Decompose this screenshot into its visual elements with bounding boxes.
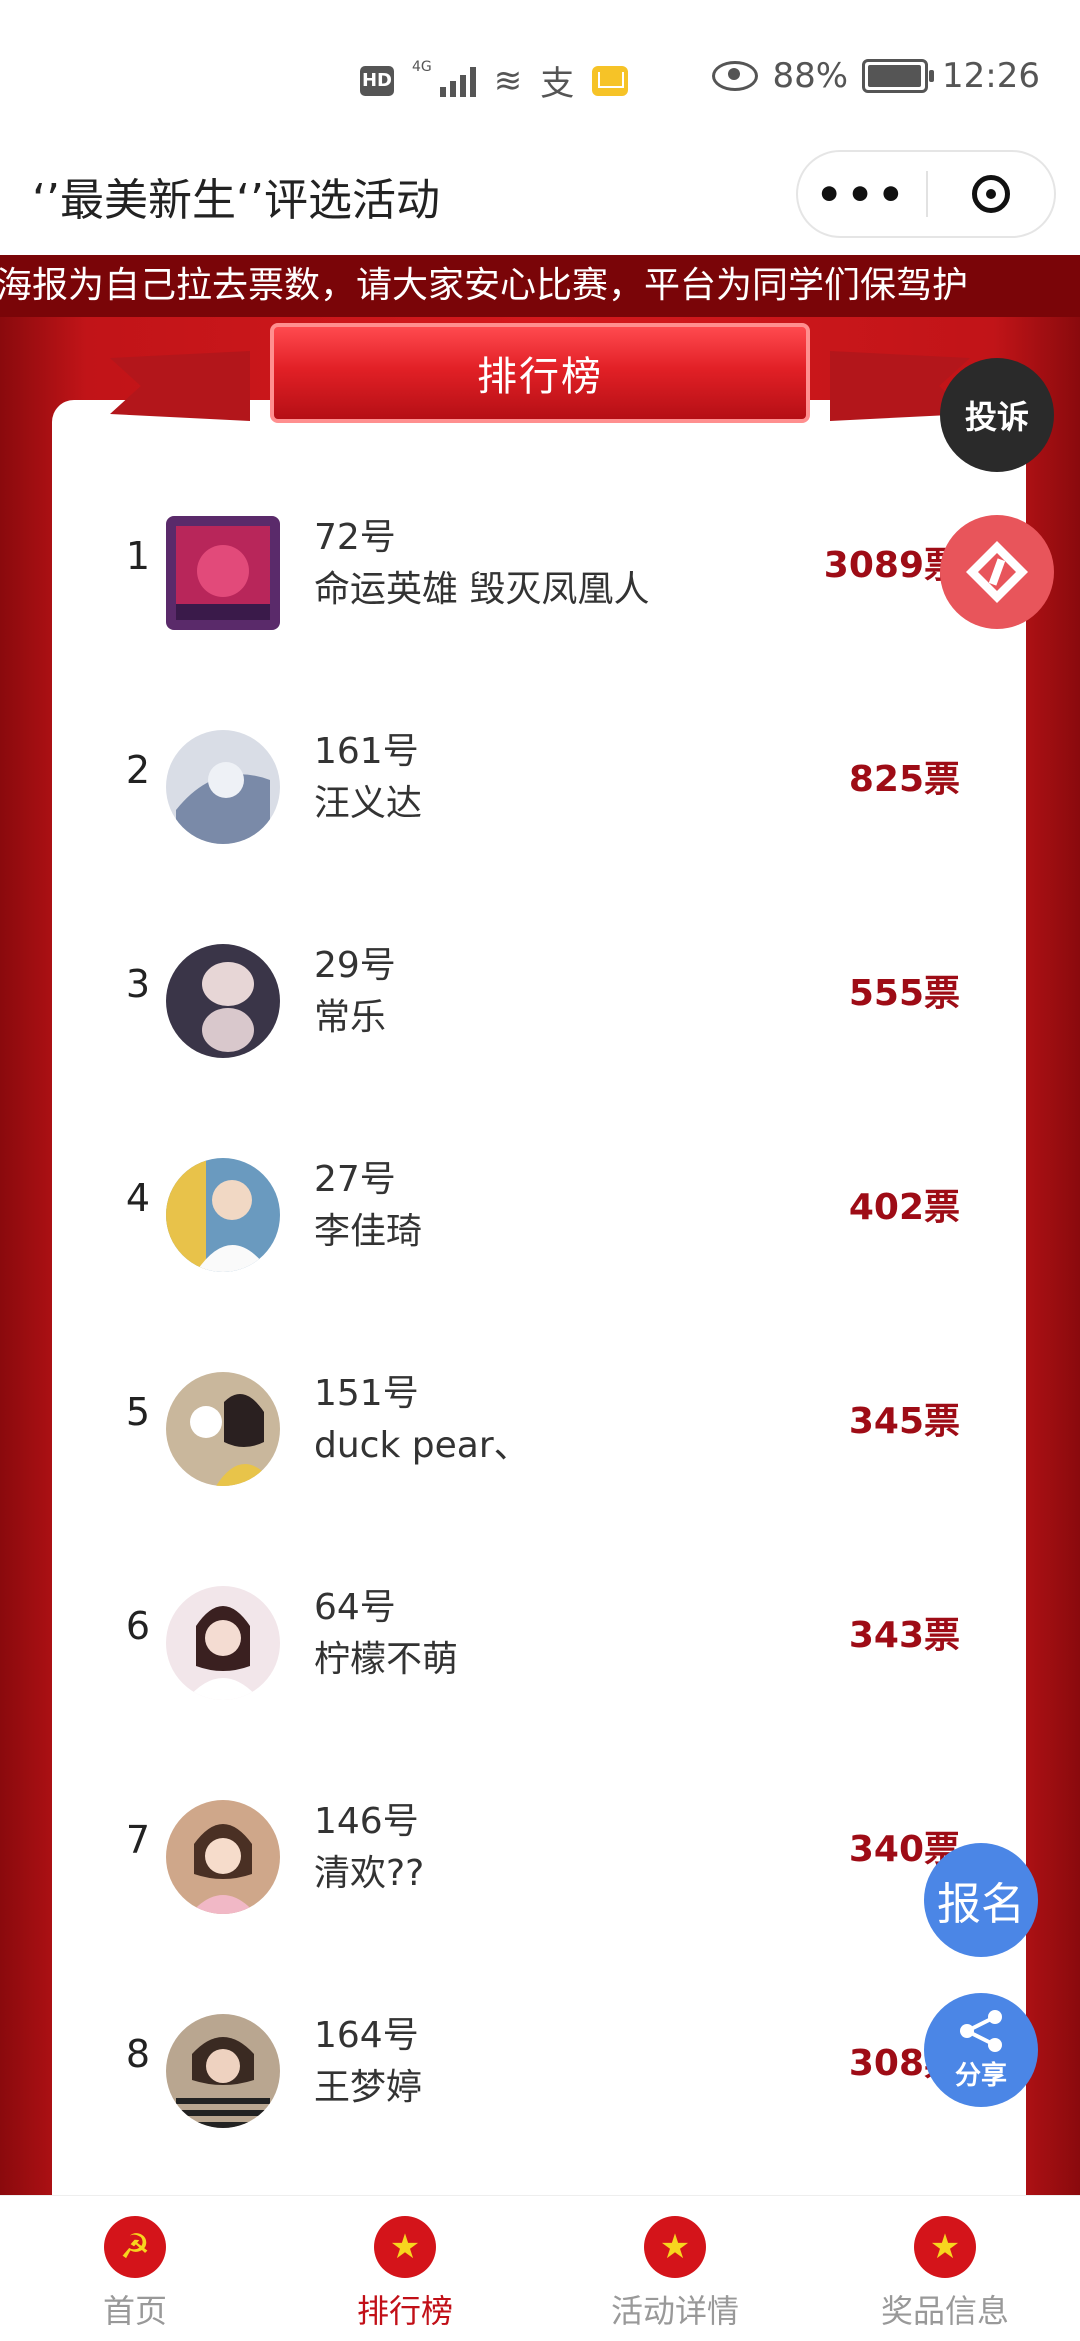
avatar: [166, 944, 280, 1058]
title-bar: ‘’最美新生‘’评选活动 •••: [0, 150, 1080, 255]
notice-marquee: 享海报为自己拉去票数，请大家安心比赛，平台为同学们保驾护: [0, 255, 1080, 317]
rank-number: 6: [125, 1604, 151, 1648]
flag-icon: ★: [914, 2216, 976, 2278]
banner-title: 排行榜: [270, 323, 810, 423]
eye-icon: [712, 61, 759, 91]
avatar: [166, 730, 280, 844]
rank-number: 7: [125, 1818, 151, 1862]
complain-button[interactable]: 投诉: [940, 358, 1054, 472]
entry-number: 72号: [314, 517, 396, 558]
entry-number: 146号: [314, 1801, 419, 1842]
status-icons: HD 4G ≋ 支: [360, 56, 629, 105]
status-bar: HD 4G ≋ 支 88% 12:26: [0, 0, 1080, 150]
alipay-icon: 支: [540, 64, 575, 104]
avatar: [166, 2014, 280, 2128]
rank-number: 2: [125, 748, 151, 792]
entry-number: 64号: [314, 1587, 396, 1628]
entry-number: 164号: [314, 2015, 419, 2056]
avatar: [166, 1586, 280, 1700]
avatar: [166, 1372, 280, 1486]
rank-row[interactable]: 6 64号 柠檬不萌 343票: [52, 1540, 1026, 1754]
share-button[interactable]: 分享: [924, 1993, 1038, 2107]
tab-label: 排行榜: [356, 2292, 453, 2330]
ribbon-tail-left: [110, 351, 250, 421]
entry-info: 72号 命运英雄 毁灭凤凰人: [314, 512, 649, 616]
vote-count: 343票: [848, 1615, 960, 1656]
avatar: [166, 516, 280, 630]
rank-row[interactable]: 2 161号 汪义达 825票: [52, 684, 1026, 898]
close-miniprogram-button[interactable]: [928, 175, 1054, 213]
rank-row[interactable]: 7 146号 清欢?? 340票: [52, 1754, 1026, 1968]
battery-percent: 88%: [772, 56, 849, 96]
rank-number: 1: [125, 534, 151, 578]
entry-number: 27号: [314, 1159, 396, 1200]
tab-label: 活动详情: [610, 2292, 739, 2330]
rank-row[interactable]: 4 27号 李佳琦 402票: [52, 1112, 1026, 1326]
vote-shortcut-button[interactable]: [940, 515, 1054, 629]
entry-name: 常乐: [314, 997, 387, 1038]
target-icon: [972, 175, 1010, 213]
entry-name: 柠檬不萌: [314, 1639, 459, 1680]
mail-icon: [592, 65, 629, 96]
share-label: 分享: [954, 2060, 1007, 2091]
hd-icon: HD: [360, 65, 394, 96]
rank-number: 4: [125, 1176, 151, 1220]
entry-info: 161号 汪义达: [314, 726, 422, 830]
wifi-icon: ≋: [493, 60, 523, 101]
entry-name: 清欢??: [314, 1853, 425, 1894]
entry-number: 151号: [314, 1373, 419, 1414]
signal-icon: [439, 65, 476, 97]
entry-name: 命运英雄 毁灭凤凰人: [314, 569, 650, 610]
ranking-banner: 排行榜: [110, 323, 970, 443]
flag-icon: ★: [644, 2216, 706, 2278]
tab-label: 首页: [102, 2292, 167, 2330]
rank-number: 5: [125, 1390, 151, 1434]
avatar: [166, 1800, 280, 1914]
entry-number: 29号: [314, 945, 396, 986]
share-icon: [960, 2009, 1002, 2052]
tab-prize-info[interactable]: ★ 奖品信息: [810, 2196, 1080, 2341]
vote-count: 3089票: [823, 545, 960, 586]
rank-number: 8: [125, 2032, 151, 2076]
vote-count: 825票: [848, 759, 960, 800]
party-emblem-icon: ☭: [104, 2216, 166, 2278]
vote-count: 345票: [848, 1401, 960, 1442]
rank-row[interactable]: 3 29号 常乐 555票: [52, 898, 1026, 1112]
entry-name: 汪义达: [314, 783, 423, 824]
network-type: 4G: [412, 58, 432, 75]
diamond-logo-icon: [966, 541, 1028, 603]
entry-info: 29号 常乐: [314, 940, 396, 1044]
miniprogram-capsule: •••: [796, 150, 1056, 238]
entry-info: 27号 李佳琦: [314, 1154, 422, 1258]
star-icon: ★: [374, 2216, 436, 2278]
entry-info: 164号 王梦婷: [314, 2010, 422, 2114]
battery-icon: [862, 59, 935, 93]
page-title: ‘’最美新生‘’评选活动: [32, 175, 440, 226]
entry-name: 李佳琦: [314, 1211, 423, 1252]
status-right: 88% 12:26: [712, 56, 1040, 96]
signup-button[interactable]: 报名: [924, 1843, 1038, 1957]
bottom-tab-bar: ☭ 首页 ★ 排行榜 ★ 活动详情 ★ 奖品信息: [0, 2195, 1080, 2341]
entry-info: 146号 清欢??: [314, 1796, 424, 1900]
tab-label: 奖品信息: [880, 2292, 1009, 2330]
vote-count: 555票: [848, 973, 960, 1014]
entry-name: duck pear、: [314, 1425, 530, 1466]
rank-row[interactable]: 1 72号 命运英雄 毁灭凤凰人 3089票: [52, 470, 1026, 684]
rank-row[interactable]: 8 164号 王梦婷 308票: [52, 1968, 1026, 2182]
entry-number: 161号: [314, 731, 419, 772]
entry-info: 64号 柠檬不萌: [314, 1582, 458, 1686]
more-menu-button[interactable]: •••: [798, 170, 926, 219]
tab-activity-details[interactable]: ★ 活动详情: [540, 2196, 810, 2341]
rank-number: 3: [125, 962, 151, 1006]
vote-count: 402票: [848, 1187, 960, 1228]
avatar: [166, 1158, 280, 1272]
marquee-text: 享海报为自己拉去票数，请大家安心比赛，平台为同学们保驾护: [0, 265, 969, 306]
tab-home[interactable]: ☭ 首页: [0, 2196, 270, 2341]
tab-ranking[interactable]: ★ 排行榜: [270, 2196, 540, 2341]
clock: 12:26: [942, 56, 1040, 96]
entry-name: 王梦婷: [314, 2067, 423, 2108]
entry-info: 151号 duck pear、: [314, 1368, 530, 1472]
rank-row[interactable]: 5 151号 duck pear、 345票: [52, 1326, 1026, 1540]
